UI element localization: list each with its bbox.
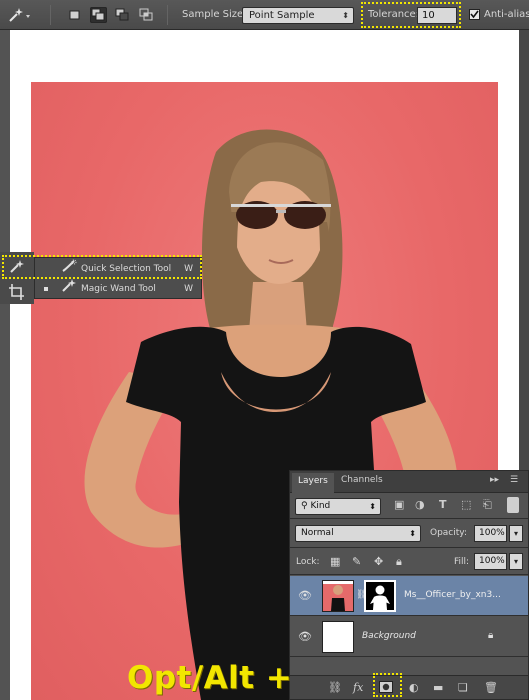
filter-toggle-switch[interactable]	[507, 497, 519, 513]
blend-mode-select[interactable]: Normal ⬍	[295, 525, 421, 542]
layer-lock-icon: 🔒︎	[488, 630, 494, 641]
new-group-folder-icon[interactable]: ▬	[433, 681, 443, 694]
lock-transparent-icon[interactable]: ▦	[330, 555, 340, 568]
toolbar-separator	[167, 5, 168, 25]
filter-shape-icon[interactable]: ⬚	[461, 498, 471, 511]
flyout-item-magic-wand[interactable]: Magic Wand Tool W	[35, 279, 201, 299]
visibility-eye-icon[interactable]: 👁︎	[298, 589, 312, 602]
add-layer-mask-highlight	[373, 673, 402, 697]
fill-label: Fill:	[454, 557, 470, 567]
toolbar-separator	[50, 5, 51, 25]
flyout-item-label: Magic Wand Tool	[81, 284, 156, 294]
tab-layers[interactable]: Layers	[292, 473, 334, 493]
select-arrows-icon: ⬍	[369, 502, 376, 511]
new-selection-icon[interactable]	[66, 7, 83, 23]
magic-wand-icon	[61, 279, 77, 300]
selected-bullet-icon	[44, 287, 48, 291]
tolerance-value: 10	[422, 10, 435, 21]
fill-value: 100%	[479, 556, 505, 566]
tolerance-input[interactable]: 10	[417, 7, 457, 24]
panel-divider	[290, 518, 528, 519]
checkmark-icon	[470, 10, 479, 19]
select-arrows-icon: ⬍	[342, 11, 349, 20]
filter-kind-value: Kind	[310, 501, 331, 511]
sample-size-select[interactable]: Point Sample ⬍	[242, 7, 354, 24]
sample-size-label: Sample Size:	[182, 9, 247, 20]
filter-smart-object-icon[interactable]: ⎗	[483, 498, 492, 512]
link-layers-icon[interactable]: ⛓	[328, 681, 342, 694]
subtract-from-selection-icon[interactable]	[114, 7, 131, 23]
sample-size-value: Point Sample	[249, 10, 315, 21]
opacity-input[interactable]: 100%	[474, 525, 507, 542]
filter-type-icon[interactable]: T	[439, 498, 447, 511]
anti-alias-checkbox[interactable]	[469, 9, 480, 20]
collapse-panel-icon[interactable]: ▸▸	[490, 475, 499, 485]
tab-channels[interactable]: Channels	[341, 475, 383, 485]
layers-bottom-bar: ⛓ fx ◐ ▬ ❏ 🗑︎	[290, 675, 528, 699]
filter-kind-select[interactable]: ⚲ Kind ⬍	[295, 498, 381, 515]
layer-mask-thumbnail[interactable]	[364, 580, 396, 612]
new-adjustment-layer-icon[interactable]: ◐	[409, 681, 419, 694]
quick-selection-highlight	[2, 255, 202, 279]
shortcut-caption: Opt/Alt +	[127, 660, 293, 696]
panel-divider	[290, 547, 528, 548]
select-arrows-icon: ⬍	[409, 529, 416, 538]
lock-image-brush-icon[interactable]: ✎	[352, 555, 361, 568]
opacity-value: 100%	[479, 528, 505, 538]
fill-dropdown-icon[interactable]: ▾	[509, 553, 523, 570]
layer-name[interactable]: Ms__Officer_by_xn3...	[404, 590, 501, 600]
crop-tool-icon[interactable]	[8, 284, 26, 300]
layer-name[interactable]: Background	[362, 631, 416, 641]
intersect-selection-icon[interactable]	[138, 7, 155, 23]
filter-adjustment-icon[interactable]: ◑	[415, 498, 425, 511]
layer-row-background[interactable]: 👁︎ Background 🔒︎	[290, 617, 528, 657]
layer-style-fx-icon[interactable]: fx	[353, 681, 363, 694]
layers-panel-tabs: Layers Channels ▸▸ ☰	[290, 471, 528, 493]
add-to-selection-icon[interactable]	[90, 7, 107, 23]
flyout-item-shortcut: W	[184, 284, 193, 294]
new-layer-icon[interactable]: ❏	[458, 681, 468, 694]
lock-position-move-icon[interactable]: ✥	[374, 555, 383, 568]
delete-layer-trash-icon[interactable]: 🗑︎	[484, 681, 498, 694]
opacity-label: Opacity:	[430, 528, 467, 538]
layers-panel: Layers Channels ▸▸ ☰ ⚲ Kind ⬍ ▣ ◑ T ⬚ ⎗ …	[289, 470, 529, 700]
options-bar: Sample Size: Point Sample ⬍ Tolerance: 1…	[0, 0, 529, 30]
opacity-dropdown-icon[interactable]: ▾	[509, 525, 523, 542]
blend-mode-value: Normal	[301, 528, 334, 538]
filter-pixel-icon[interactable]: ▣	[394, 498, 404, 511]
layer-row-ms-officer[interactable]: 👁︎ ⛓ Ms__Officer_by_xn3...	[290, 576, 528, 616]
layer-thumbnail	[322, 580, 354, 612]
fill-input[interactable]: 100%	[474, 553, 507, 570]
anti-alias-label: Anti-alias	[484, 9, 529, 20]
tolerance-label: Tolerance:	[368, 9, 420, 20]
lock-all-icon[interactable]: 🔒︎	[396, 555, 402, 569]
lock-label: Lock:	[296, 557, 320, 567]
panel-divider	[290, 574, 528, 575]
panel-menu-icon[interactable]: ☰	[510, 475, 518, 485]
layer-thumbnail	[322, 621, 354, 653]
magic-wand-tool-preset-icon[interactable]	[6, 6, 34, 24]
visibility-eye-icon[interactable]: 👁︎	[298, 630, 312, 643]
